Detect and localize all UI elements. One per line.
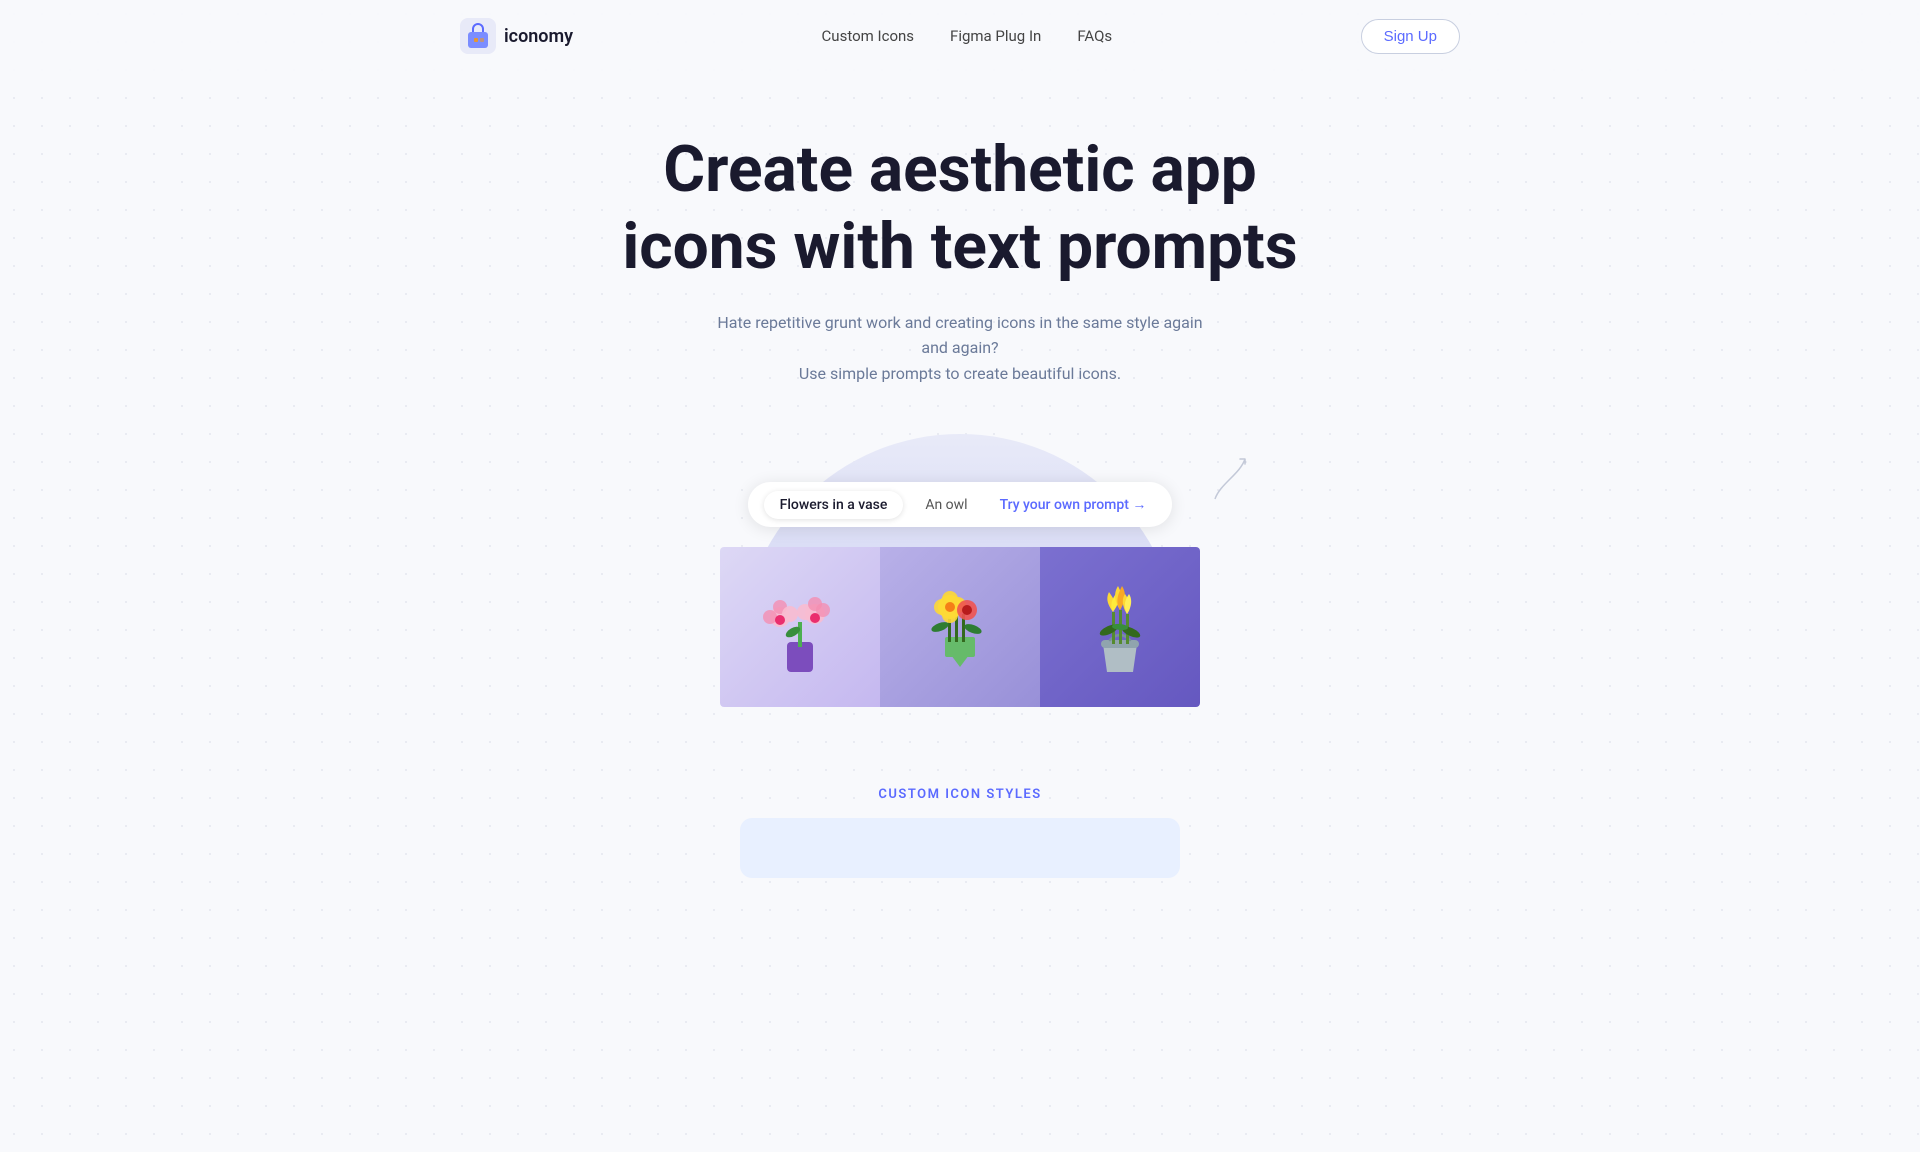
nav-faqs[interactable]: FAQs bbox=[1077, 27, 1112, 45]
hero-subtitle-line2: Use simple prompts to create beautiful i… bbox=[799, 364, 1121, 383]
nav-custom-icons[interactable]: Custom Icons bbox=[822, 27, 914, 45]
prompt-bar: Flowers in a vase An owl Try your own pr… bbox=[748, 482, 1173, 527]
icon-cell-3 bbox=[1040, 547, 1200, 707]
hero-title: Create aesthetic app icons with text pro… bbox=[610, 132, 1310, 286]
prompt-chip-owl[interactable]: An owl bbox=[911, 491, 981, 519]
flower-icon-2 bbox=[915, 572, 1005, 682]
demo-section: Flowers in a vase An owl Try your own pr… bbox=[700, 434, 1220, 707]
nav-figma-plugin[interactable]: Figma Plug In bbox=[950, 27, 1041, 45]
bottom-section: CUSTOM ICON STYLES bbox=[0, 787, 1920, 886]
bottom-card-placeholder bbox=[740, 818, 1180, 878]
icon-cell-1 bbox=[720, 547, 880, 707]
flower-icon-3 bbox=[1075, 572, 1165, 682]
prompt-chip-flowers[interactable]: Flowers in a vase bbox=[764, 491, 904, 519]
hero-subtitle-line1: Hate repetitive grunt work and creating … bbox=[717, 313, 1202, 358]
curved-arrow-icon bbox=[1210, 454, 1250, 504]
logo-icon bbox=[460, 18, 496, 54]
nav-links: Custom Icons Figma Plug In FAQs bbox=[822, 27, 1113, 45]
signup-button[interactable]: Sign Up bbox=[1361, 19, 1460, 54]
hero-subtitle: Hate repetitive grunt work and creating … bbox=[710, 310, 1210, 387]
navbar: iconomy Custom Icons Figma Plug In FAQs … bbox=[0, 0, 1920, 72]
main-content: Create aesthetic app icons with text pro… bbox=[0, 72, 1920, 886]
try-own-prompt-button[interactable]: Try your own prompt → bbox=[990, 490, 1157, 519]
logo-text: iconomy bbox=[504, 26, 573, 47]
custom-icon-styles-label: CUSTOM ICON STYLES bbox=[878, 787, 1041, 802]
icon-cell-2 bbox=[880, 547, 1040, 707]
logo-link[interactable]: iconomy bbox=[460, 18, 573, 54]
icon-grid bbox=[720, 547, 1200, 707]
flower-icon-1 bbox=[755, 572, 845, 682]
